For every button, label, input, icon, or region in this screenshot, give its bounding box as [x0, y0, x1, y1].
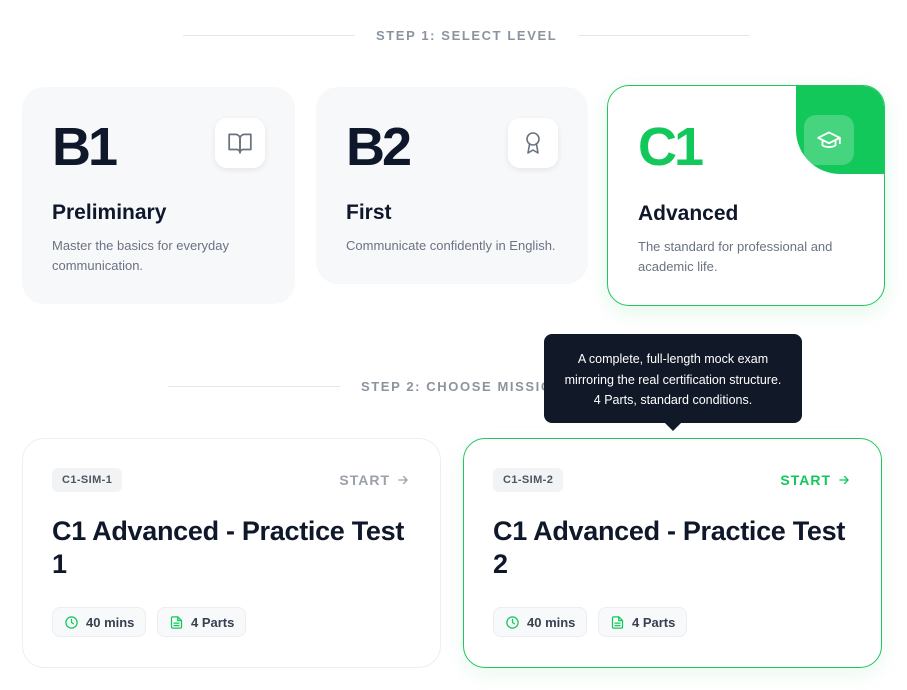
level-card-b2[interactable]: B2 First Communicate confidently in Engl…: [316, 87, 588, 284]
mission-card-1[interactable]: C1-SIM-1 START C1 Advanced - Practice Te…: [22, 438, 441, 668]
tooltip-line: A complete, full-length mock exam: [577, 352, 769, 366]
level-code: C1: [638, 117, 704, 177]
level-code: B2: [346, 117, 412, 177]
mission-id-chip: C1-SIM-1: [52, 468, 123, 492]
start-button[interactable]: START: [780, 472, 851, 488]
tooltip-line: 4 Parts, standard conditions.: [593, 393, 753, 407]
level-card-b1[interactable]: B1 Preliminary Master the basics for eve…: [22, 87, 295, 304]
parts-text: 4 Parts: [632, 614, 676, 630]
divider-line: [168, 386, 340, 387]
step1-header: STEP 1: SELECT LEVEL: [183, 28, 751, 43]
start-label: START: [339, 472, 390, 488]
start-button[interactable]: START: [339, 472, 410, 488]
level-description: The standard for professional and academ…: [638, 239, 833, 274]
level-code: B1: [52, 117, 118, 177]
document-icon: [170, 615, 183, 629]
duration-chip: 40 mins: [493, 607, 588, 637]
step1-label: STEP 1: SELECT LEVEL: [376, 28, 558, 43]
parts-text: 4 Parts: [191, 614, 235, 630]
level-description: Master the basics for everyday communica…: [52, 238, 230, 273]
step2-header: STEP 2: CHOOSE MISSION: [168, 379, 585, 394]
level-title: Advanced: [638, 202, 739, 225]
award-icon: [508, 118, 558, 168]
duration-text: 40 mins: [86, 614, 135, 630]
mission-title: C1 Advanced - Practice Test 1: [52, 516, 405, 579]
book-icon: [215, 118, 265, 168]
tooltip-line: mirroring the real certification structu…: [564, 372, 782, 387]
parts-chip: 4 Parts: [157, 607, 247, 637]
tooltip-arrow: [664, 422, 682, 431]
arrow-right-icon: [398, 475, 408, 485]
duration-chip: 40 mins: [52, 607, 147, 637]
duration-text: 40 mins: [527, 614, 576, 630]
divider-line: [578, 35, 751, 36]
clock-icon: [65, 615, 78, 629]
parts-chip: 4 Parts: [598, 607, 688, 637]
mission-tooltip: A complete, full-length mock exam mirror…: [544, 334, 802, 423]
level-title: First: [346, 201, 392, 224]
divider-line: [183, 35, 355, 36]
clock-icon: [506, 615, 519, 629]
mission-id-chip: C1-SIM-2: [493, 468, 564, 492]
level-card-c1[interactable]: C1 Advanced The standard for professiona…: [607, 85, 885, 306]
step2-label: STEP 2: CHOOSE MISSION: [361, 379, 564, 394]
arrow-right-icon: [839, 475, 849, 485]
level-title: Preliminary: [52, 201, 167, 224]
document-icon: [611, 615, 624, 629]
graduation-cap-icon: [804, 115, 854, 165]
mission-card-2[interactable]: C1-SIM-2 START C1 Advanced - Practice Te…: [463, 438, 882, 668]
level-description: Communicate confidently in English.: [346, 238, 556, 253]
start-label: START: [780, 472, 831, 488]
mission-title: C1 Advanced - Practice Test 2: [493, 516, 846, 579]
